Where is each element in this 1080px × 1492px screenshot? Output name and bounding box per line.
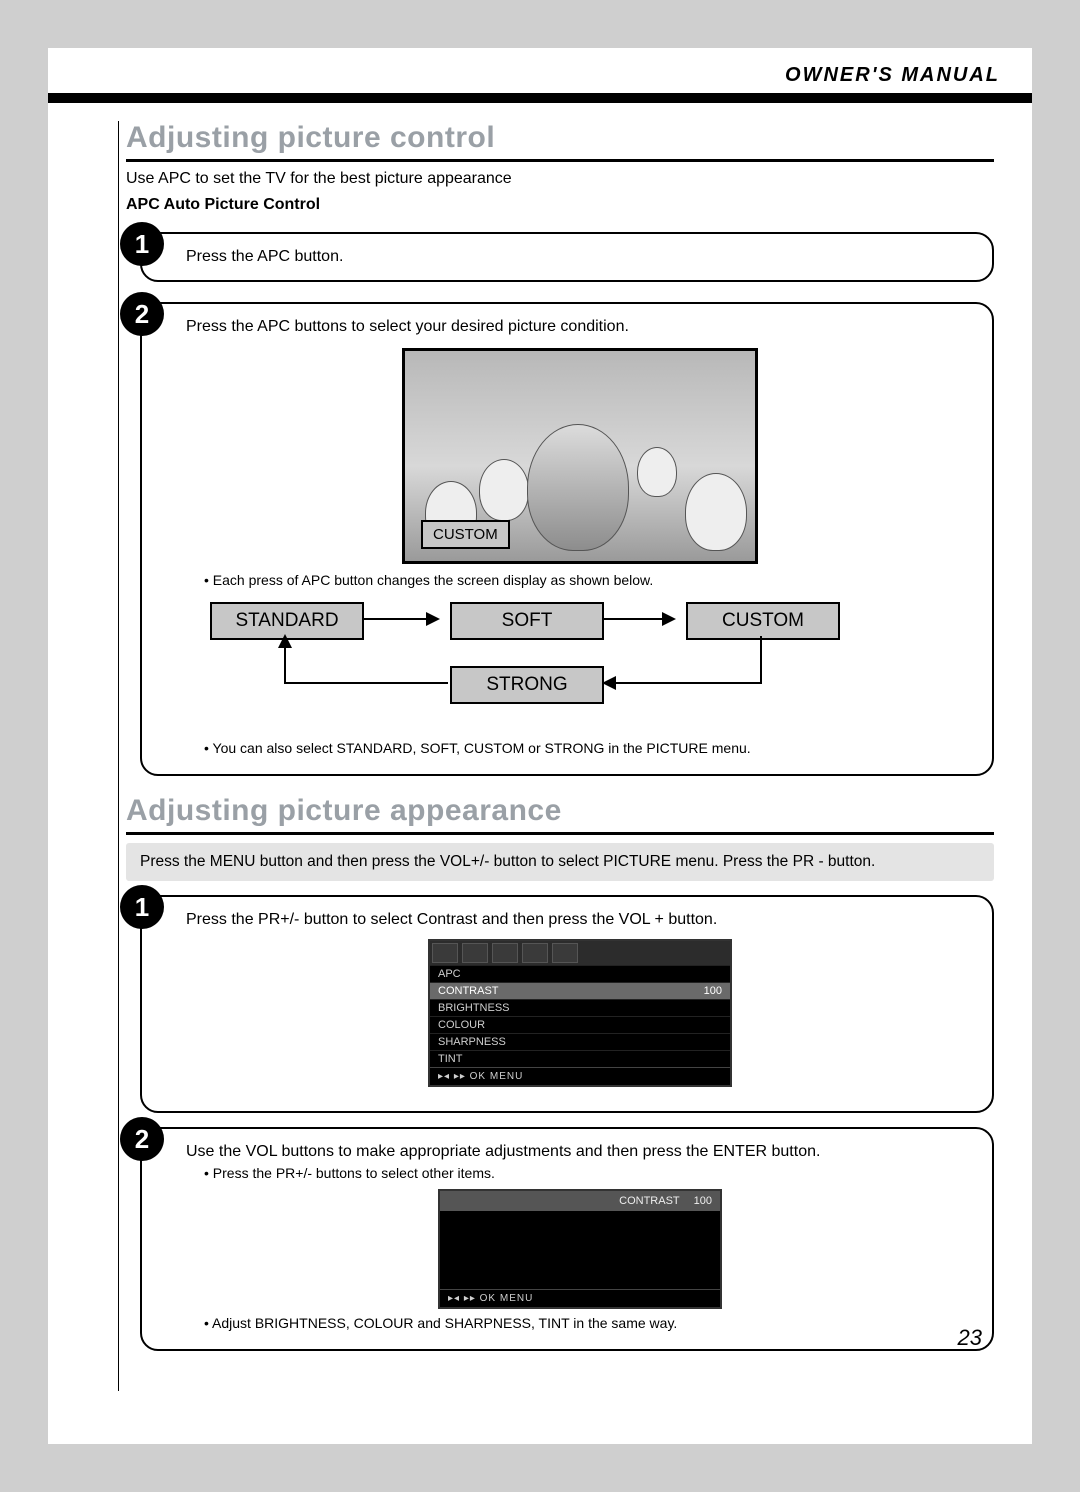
apc-flow-diagram: STANDARD SOFT CUSTOM STRONG [186,596,974,736]
arrow-icon [604,682,762,684]
osd-tab-icon [492,943,518,963]
balloon-icon [637,447,677,497]
left-margin-rule [118,121,119,1391]
flow-node-soft: SOFT [450,602,604,640]
osd-slider: CONTRAST 100 ▸◂ ▸▸ OK MENU [438,1189,722,1309]
step2-note2: • You can also select STANDARD, SOFT, CU… [204,740,974,756]
osd-menu: APC CONTRAST100 BRIGHTNESS COLOUR SHARPN… [428,939,732,1087]
appearance-step1-box: 1 Press the PR+/- button to select Contr… [140,895,994,1113]
osd-row-selected: CONTRAST100 [430,982,730,999]
tv-screenshot: CUSTOM [402,348,758,564]
osd-slider-label: CONTRAST [619,1195,680,1207]
step2-badge: 2 [120,292,164,336]
intro-text: Use APC to set the TV for the best pictu… [126,170,994,188]
osd-row: TINT [430,1050,730,1067]
appearance-step2-text: Use the VOL buttons to make appropriate … [186,1143,974,1161]
step2-box: 2 Press the APC buttons to select your d… [140,302,994,776]
page: OWNER'S MANUAL Adjusting picture control… [0,0,1080,1492]
step1-text: Press the APC button. [186,248,343,265]
osd-slider-body [440,1211,720,1289]
appearance-step2-box: 2 Use the VOL buttons to make appropriat… [140,1127,994,1351]
osd-row: BRIGHTNESS [430,999,730,1016]
page-number: 23 [958,1325,982,1351]
section-title-2: Adjusting picture appearance [126,794,994,828]
osd-slider-footer: ▸◂ ▸▸ OK MENU [440,1289,720,1307]
flow-node-strong: STRONG [450,666,604,704]
balloon-icon [685,473,747,551]
header-divider [48,93,1032,103]
appearance-step2-line2: • Press the PR+/- buttons to select othe… [204,1165,974,1181]
arrow-icon [760,636,762,683]
section-divider-2 [126,832,994,835]
osd-slider-bar: CONTRAST 100 [440,1191,720,1211]
step2-text: Press the APC buttons to select your des… [186,318,974,336]
osd-chip-custom: CUSTOM [421,520,510,549]
osd-row: APC [430,965,730,982]
osd-row: SHARPNESS [430,1033,730,1050]
osd-tab-icon [462,943,488,963]
appearance-step2-line3: • Adjust BRIGHTNESS, COLOUR and SHARPNES… [204,1315,974,1331]
osd-row: COLOUR [430,1016,730,1033]
osd-tab-icon [522,943,548,963]
osd-tab-icon [432,943,458,963]
osd-tabs [430,941,730,965]
osd-slider-value: 100 [694,1195,712,1207]
instruction-bar: Press the MENU button and then press the… [126,843,994,881]
balloon-icon [479,459,529,521]
content-area: Adjusting picture control Use APC to set… [118,121,994,1351]
page-inner: OWNER'S MANUAL Adjusting picture control… [48,48,1032,1444]
arrow-icon [284,636,286,684]
header-title: OWNER'S MANUAL [48,48,1032,93]
appearance-step1-text: Press the PR+/- button to select Contras… [186,911,974,929]
step1-box: 1 Press the APC button. [140,232,994,282]
section-title-1: Adjusting picture control [126,121,994,155]
arrow-icon [364,618,438,620]
arrow-icon [284,682,448,684]
appearance-step2-badge: 2 [120,1117,164,1161]
flow-node-custom: CUSTOM [686,602,840,640]
step1-badge: 1 [120,222,164,266]
section-divider-1 [126,159,994,162]
osd-tab-icon [552,943,578,963]
arrow-icon [604,618,674,620]
apc-subheading: APC Auto Picture Control [126,196,994,214]
osd-footer: ▸◂ ▸▸ OK MENU [430,1067,730,1085]
appearance-step1-badge: 1 [120,885,164,929]
step2-note1: • Each press of APC button changes the s… [204,572,974,588]
balloon-icon [527,424,629,551]
